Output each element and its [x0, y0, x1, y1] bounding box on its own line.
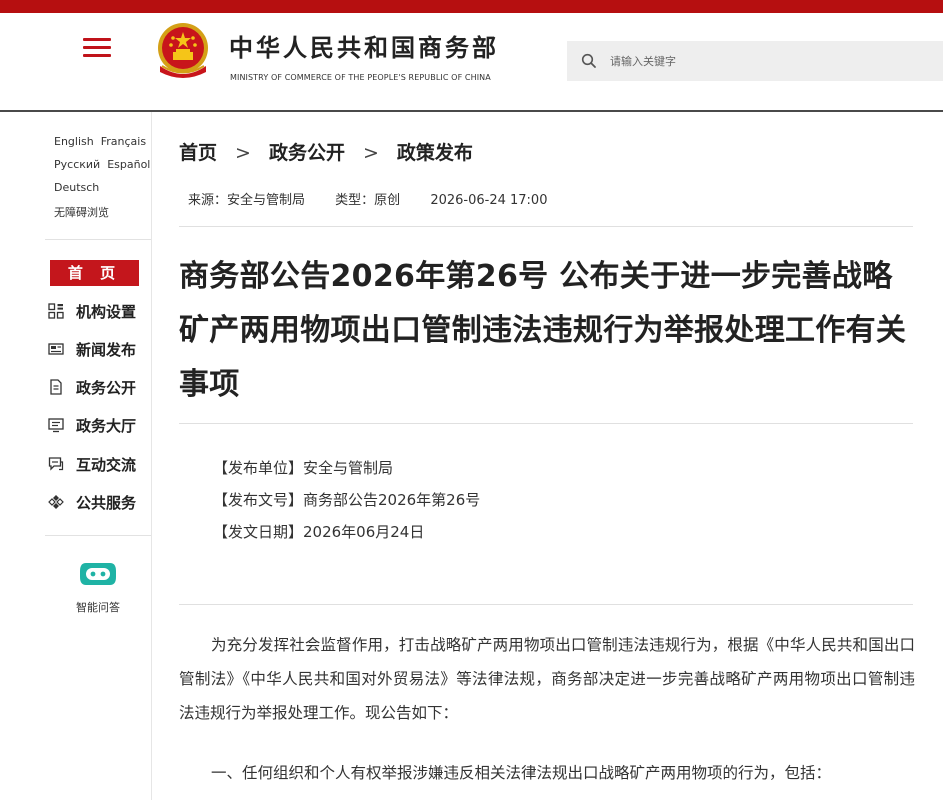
search-icon[interactable]: [581, 53, 597, 69]
breadcrumb: 首页 > 政务公开 > 政策发布: [179, 138, 473, 165]
language-row-4: 无障碍浏览: [54, 204, 109, 220]
language-row-2: Русский Español: [54, 158, 150, 171]
sidebar-item-label: 机构设置: [76, 303, 137, 321]
chat-icon: [48, 457, 64, 471]
meta-source: 来源：安全与管制局: [188, 193, 306, 208]
breadcrumb-separator: >: [235, 142, 251, 164]
info-document-number: 【发布文号】商务部公告2026年第26号: [213, 491, 481, 509]
sidebar-item-label: 新闻发布: [76, 341, 137, 359]
info-publisher: 【发布单位】安全与管制局: [213, 459, 394, 477]
menu-icon[interactable]: [83, 36, 111, 60]
sidebar-item-interaction[interactable]: 互动交流: [48, 452, 148, 476]
divider: [179, 423, 913, 424]
sidebar-item-organization[interactable]: 机构设置: [48, 299, 148, 323]
info-issue-date: 【发文日期】2026年06月24日: [213, 523, 425, 541]
lang-spanish-link[interactable]: Español: [107, 158, 150, 171]
newspaper-icon: [48, 343, 64, 355]
lang-english-link[interactable]: English: [54, 135, 94, 148]
search-box[interactable]: [567, 41, 943, 81]
sidebar-divider: [151, 112, 152, 800]
meta-datetime: 2026-06-24 17:00: [430, 193, 548, 208]
left-sidebar: English Français Русский Español Deutsch…: [45, 112, 151, 800]
sidebar-item-public-service[interactable]: 公共服务: [48, 490, 148, 514]
sidebar-separator: [45, 535, 151, 536]
sidebar-item-label: 政务公开: [76, 379, 137, 397]
sidebar-item-label: 互动交流: [76, 456, 137, 474]
sidebar-item-government-affairs[interactable]: 政务公开: [48, 375, 148, 399]
site-title: 中华人民共和国商务部: [229, 34, 499, 62]
sidebar-item-news[interactable]: 新闻发布: [48, 337, 148, 361]
sidebar-item-label: 政务大厅: [76, 417, 137, 435]
meta-type: 类型：原创: [335, 193, 401, 208]
grid-icon: [48, 303, 64, 319]
divider: [179, 604, 913, 605]
search-input[interactable]: [610, 51, 910, 71]
breadcrumb-separator: >: [362, 142, 379, 164]
article-paragraph: 一、任何组织和个人有权举报涉嫌违反相关法律法规出口战略矿产两用物项的行为，包括：: [211, 764, 832, 782]
screen-icon: [48, 418, 64, 433]
article-meta: 来源：安全与管制局 类型：原创 2026-06-24 17:00: [188, 189, 573, 208]
breadcrumb-government-affairs[interactable]: 政务公开: [269, 142, 345, 164]
robot-assistant-icon[interactable]: [78, 559, 118, 589]
site-subtitle: MINISTRY OF COMMERCE OF THE PEOPLE'S REP…: [230, 73, 491, 82]
lang-german-link[interactable]: Deutsch: [54, 181, 99, 194]
lang-french-link[interactable]: Français: [101, 135, 146, 148]
national-emblem-icon: [158, 23, 208, 78]
article-paragraph: 为充分发挥社会监督作用，打击战略矿产两用物项出口管制违法违规行为，根据《中华人民…: [179, 636, 915, 722]
language-row-1: English Français: [54, 135, 146, 148]
document-icon: [50, 379, 62, 395]
site-header: 中华人民共和国商务部 MINISTRY OF COMMERCE OF THE P…: [0, 13, 943, 110]
home-button[interactable]: 首 页: [50, 260, 139, 286]
sidebar-separator: [45, 239, 151, 240]
breadcrumb-policy-release[interactable]: 政策发布: [397, 142, 473, 164]
sidebar-item-service-hall[interactable]: 政务大厅: [48, 413, 148, 437]
lang-russian-link[interactable]: Русский: [54, 158, 100, 171]
divider: [179, 226, 913, 227]
breadcrumb-home[interactable]: 首页: [179, 142, 217, 164]
top-red-bar: [0, 0, 943, 13]
assistant-label[interactable]: 智能问答: [45, 599, 151, 615]
sidebar-item-label: 公共服务: [76, 494, 137, 512]
article-title: 商务部公告2026年第26号 公布关于进一步完善战略矿产两用物项出口管制违法违规…: [179, 259, 907, 402]
accessibility-link[interactable]: 无障碍浏览: [54, 206, 109, 219]
language-row-3: Deutsch: [54, 181, 99, 194]
service-icon: [48, 495, 64, 509]
